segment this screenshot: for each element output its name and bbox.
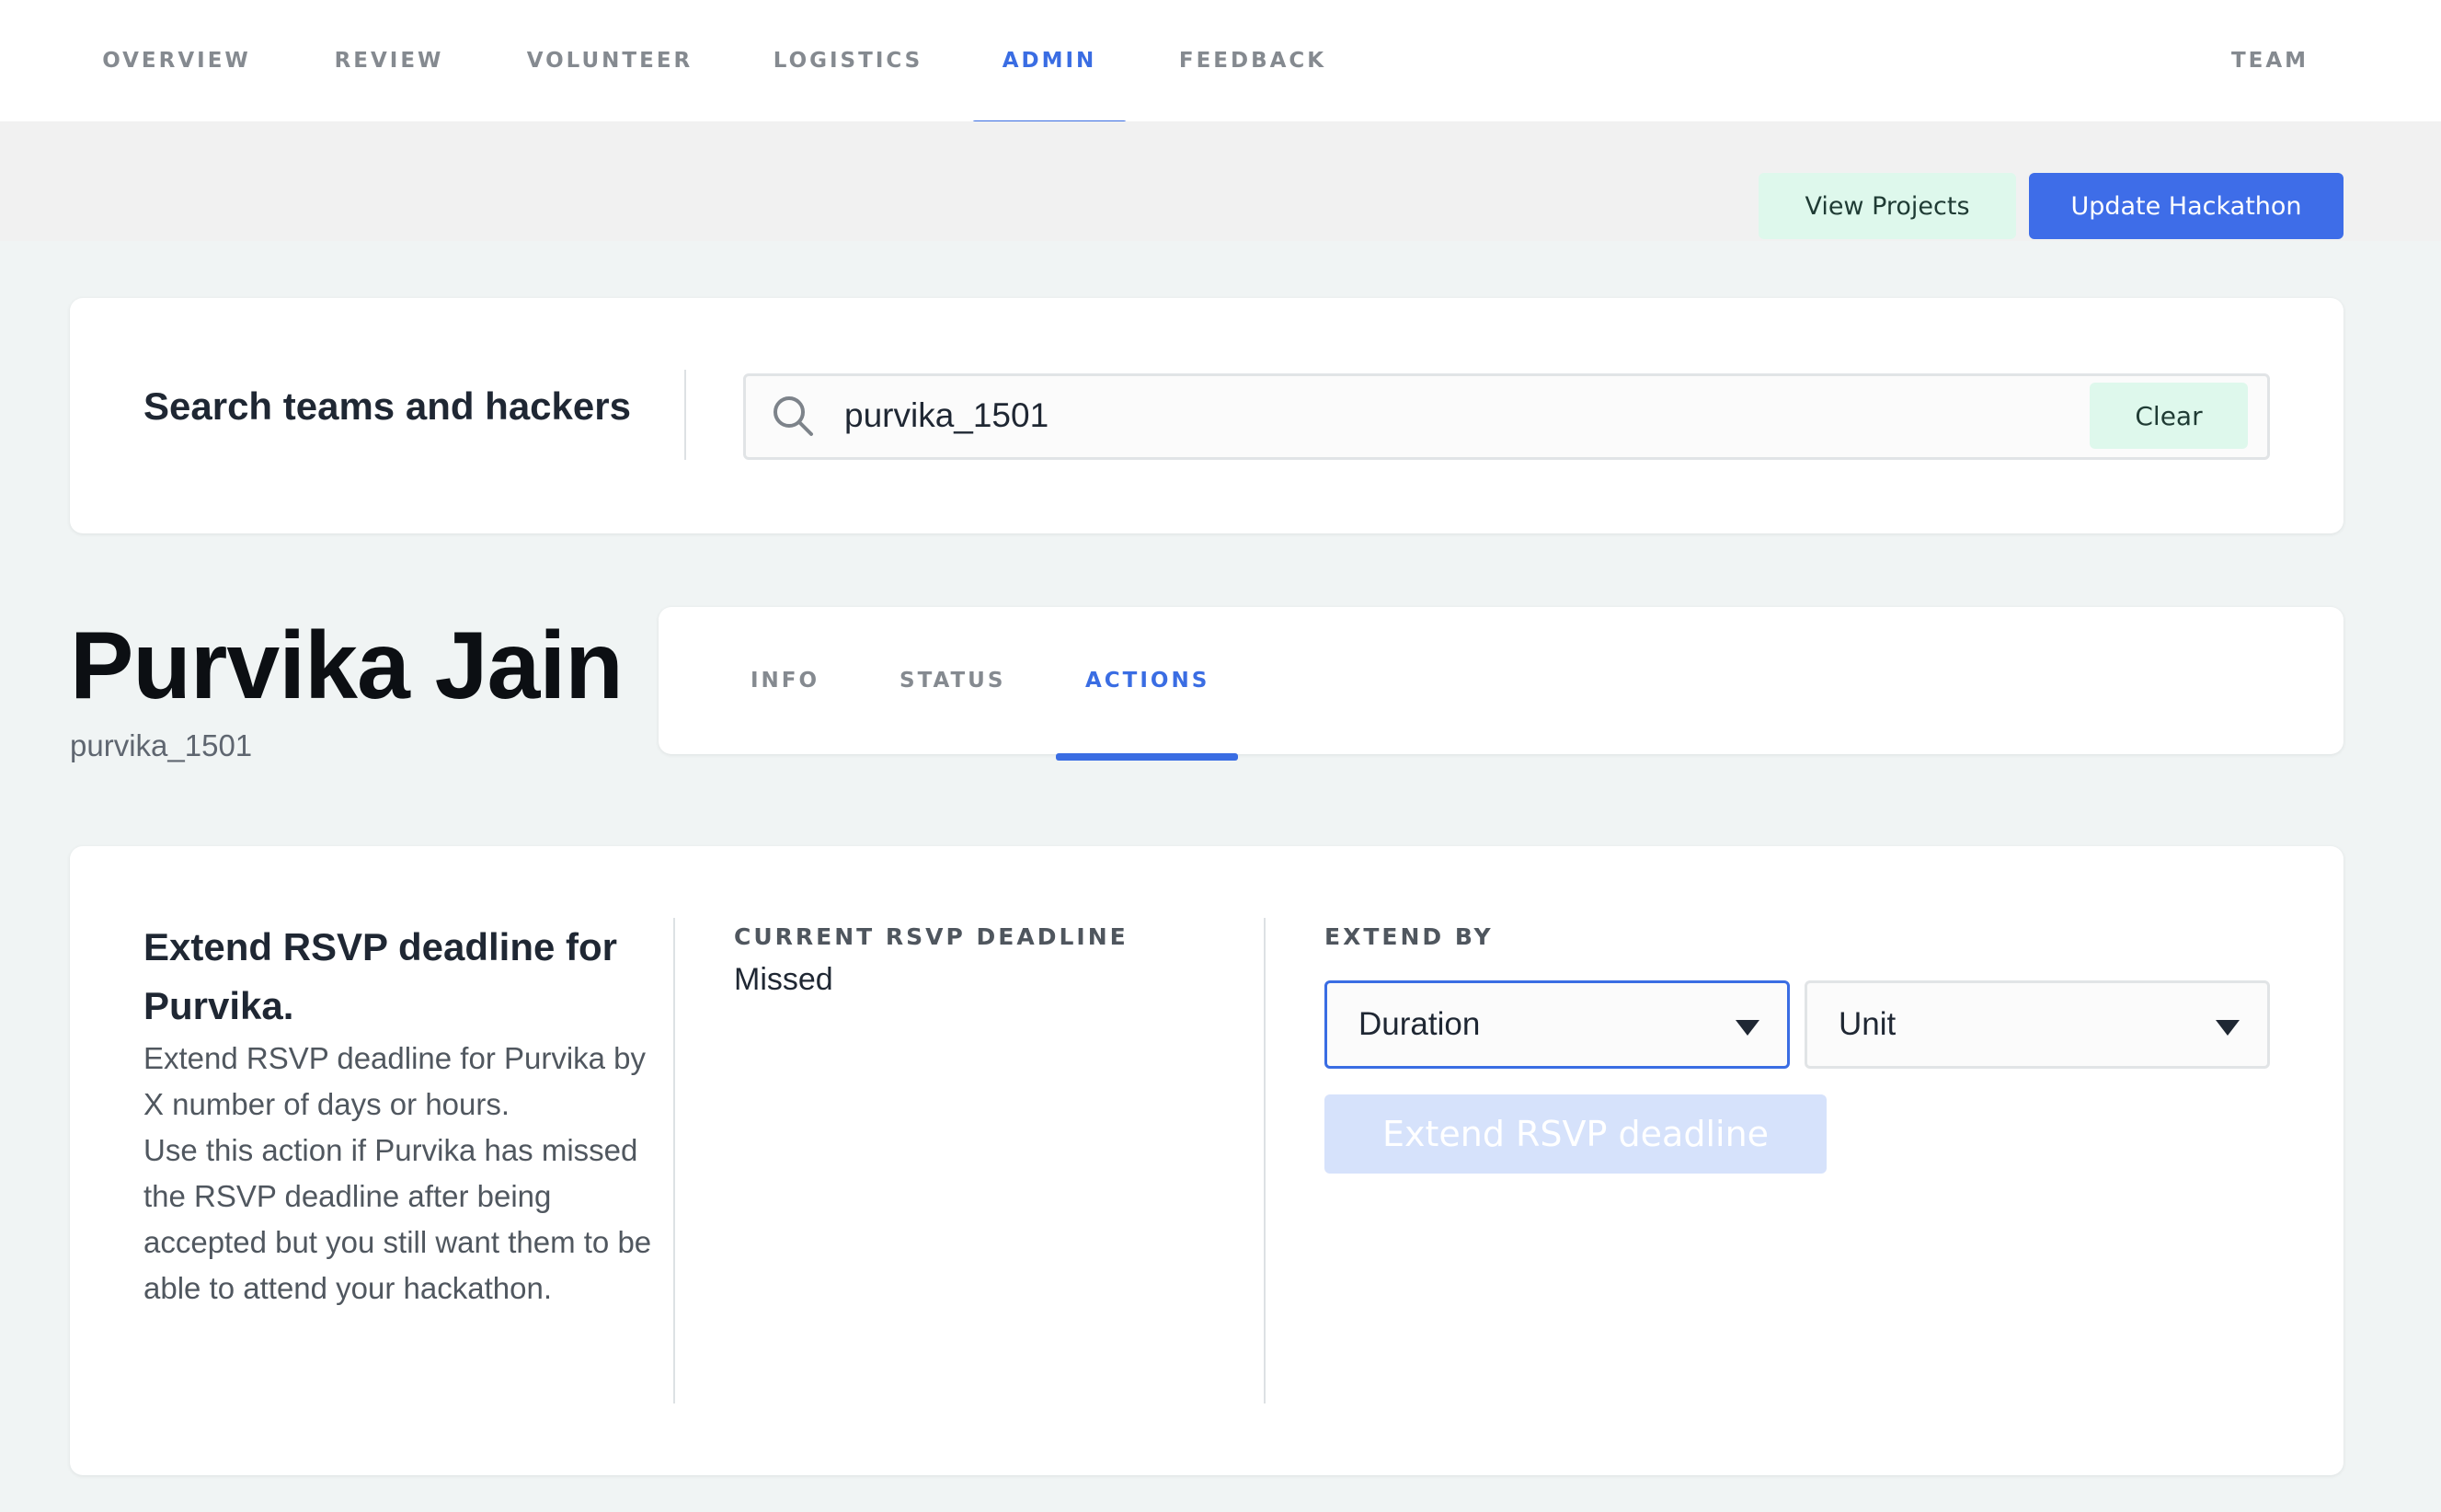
nav-logistics[interactable]: LOGISTICS bbox=[756, 0, 940, 121]
search-divider bbox=[684, 370, 686, 460]
tab-status[interactable]: STATUS bbox=[900, 655, 1005, 706]
action-description-line-1: Extend RSVP deadline for Purvika by X nu… bbox=[143, 1041, 647, 1121]
action-description-line-2: Use this action if Purvika has missed th… bbox=[143, 1133, 652, 1305]
current-deadline-value: Missed bbox=[734, 962, 833, 997]
nav-team[interactable]: TEAM bbox=[2218, 0, 2321, 121]
duration-select[interactable]: Duration bbox=[1324, 980, 1790, 1069]
update-hackathon-button[interactable]: Update Hackathon bbox=[2029, 173, 2344, 239]
view-projects-button[interactable]: View Projects bbox=[1759, 173, 2016, 239]
action-divider-right bbox=[1264, 918, 1266, 1403]
search-icon bbox=[774, 396, 813, 436]
search-title: Search teams and hackers bbox=[143, 384, 631, 428]
tab-actions[interactable]: ACTIONS bbox=[1085, 655, 1209, 706]
top-nav: OVERVIEW REVIEW VOLUNTEER LOGISTICS ADMI… bbox=[0, 0, 2441, 121]
unit-select[interactable]: Unit bbox=[1805, 980, 2270, 1069]
nav-review[interactable]: REVIEW bbox=[313, 0, 465, 121]
clear-button[interactable]: Clear bbox=[2090, 383, 2248, 449]
duration-select-value: Duration bbox=[1358, 1006, 1481, 1042]
extend-rsvp-button[interactable]: Extend RSVP deadline bbox=[1324, 1094, 1827, 1174]
extend-by-label: EXTEND BY bbox=[1324, 923, 1494, 950]
nav-overview[interactable]: OVERVIEW bbox=[88, 0, 265, 121]
unit-select-value: Unit bbox=[1839, 1006, 1897, 1042]
nav-admin[interactable]: ADMIN bbox=[984, 0, 1115, 121]
action-description: Extend RSVP deadline for Purvika by X nu… bbox=[143, 1036, 659, 1312]
profile-name: Purvika Jain bbox=[70, 613, 624, 719]
tab-info[interactable]: INFO bbox=[751, 655, 819, 706]
action-title: Extend RSVP deadline for Purvika. bbox=[143, 925, 618, 1027]
chevron-down-icon bbox=[1736, 1020, 1759, 1036]
action-divider-left bbox=[673, 918, 675, 1403]
nav-volunteer[interactable]: VOLUNTEER bbox=[513, 0, 706, 121]
profile-username: purvika_1501 bbox=[70, 728, 253, 762]
nav-feedback[interactable]: FEEDBACK bbox=[1164, 0, 1341, 121]
current-deadline-label: CURRENT RSVP DEADLINE bbox=[734, 923, 1129, 950]
search-value[interactable]: purvika_1501 bbox=[844, 394, 1049, 438]
tab-active-indicator bbox=[1056, 753, 1238, 761]
chevron-down-icon bbox=[2216, 1020, 2240, 1036]
